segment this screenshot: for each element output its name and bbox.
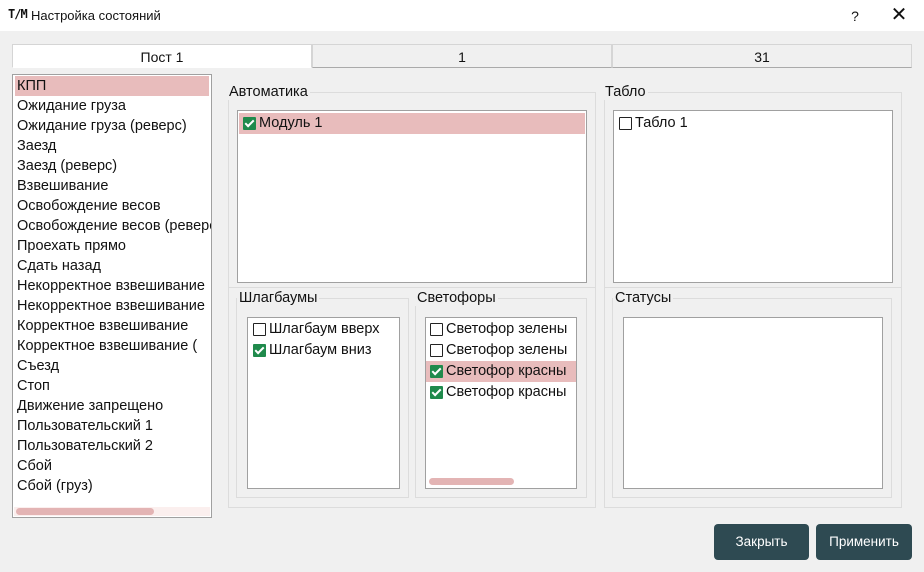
window-close-button[interactable]: ✕ <box>876 3 922 29</box>
svetofory-item[interactable]: Светофор зелены <box>426 340 576 361</box>
state-item[interactable]: Взвешивание <box>13 176 211 196</box>
app-logo: T/M <box>8 7 28 21</box>
svetofory-title: Светофоры <box>415 290 498 306</box>
state-item[interactable]: Сбой (груз) <box>13 476 211 496</box>
state-item[interactable]: Пользовательский 2 <box>13 436 211 456</box>
checkbox-unchecked-icon[interactable] <box>253 323 266 336</box>
svetofory-item-label: Светофор зелены <box>446 321 568 337</box>
checkbox-checked-icon[interactable] <box>253 344 266 357</box>
state-item[interactable]: Проехать прямо <box>13 236 211 256</box>
shlagbaumy-title: Шлагбаумы <box>237 290 320 306</box>
state-item[interactable]: Некорректное взвешивание <box>13 296 211 316</box>
state-item[interactable]: КПП <box>15 76 209 96</box>
checkbox-unchecked-icon[interactable] <box>430 344 443 357</box>
state-item[interactable]: Движение запрещено <box>13 396 211 416</box>
states-scrollbar[interactable] <box>14 507 210 516</box>
state-item[interactable]: Пользовательский 1 <box>13 416 211 436</box>
svetofory-item[interactable]: Светофор зелены <box>426 319 576 340</box>
help-button[interactable]: ? <box>838 3 872 29</box>
tablo-list[interactable]: Табло 1 <box>613 110 893 283</box>
svetofory-item[interactable]: Светофор красны <box>426 361 576 382</box>
automatika-title: Автоматика <box>227 84 310 100</box>
apply-button[interactable]: Применить <box>816 524 912 560</box>
state-item[interactable]: Съезд <box>13 356 211 376</box>
tablo-title: Табло <box>603 84 648 100</box>
state-item[interactable]: Корректное взвешивание <box>13 316 211 336</box>
state-item[interactable]: Ожидание груза <box>13 96 211 116</box>
svetofory-item-label: Светофор зелены <box>446 342 568 358</box>
shlagbaumy-item[interactable]: Шлагбаум вверх <box>249 319 398 340</box>
state-item[interactable]: Заезд <box>13 136 211 156</box>
svetofory-item-label: Светофор красны <box>446 363 567 379</box>
state-item[interactable]: Корректное взвешивание ( <box>13 336 211 356</box>
checkbox-checked-icon[interactable] <box>430 365 443 378</box>
states-scrollbar-thumb[interactable] <box>16 508 154 515</box>
tab-post-1[interactable]: Пост 1 <box>12 44 312 68</box>
state-item[interactable]: Стоп <box>13 376 211 396</box>
checkbox-unchecked-icon[interactable] <box>619 117 632 130</box>
state-item[interactable]: Заезд (реверс) <box>13 156 211 176</box>
states-list[interactable]: КПП Ожидание груза Ожидание груза (реверс)… <box>12 74 212 518</box>
automatika-item-label: Модуль 1 <box>259 115 323 131</box>
automatika-items: Модуль 1 <box>239 113 585 134</box>
svetofory-item[interactable]: Светофор красны <box>426 382 576 403</box>
svetofory-list[interactable]: Светофор зелены Светофор зелены Светофор к… <box>425 317 577 489</box>
state-item[interactable]: Сдать назад <box>13 256 211 276</box>
title-bar: T/M Настройка состояний ? ✕ <box>0 0 924 31</box>
svetofory-item-label: Светофор красны <box>446 384 567 400</box>
automatika-item[interactable]: Модуль 1 <box>239 113 585 134</box>
shlagbaumy-items: Шлагбаум вверх Шлагбаум вниз <box>249 319 398 361</box>
tablo-item-label: Табло 1 <box>635 115 688 131</box>
tab-bar: Пост 1 1 31 <box>12 44 912 68</box>
state-item[interactable]: Сбой <box>13 456 211 476</box>
statusy-list[interactable] <box>623 317 883 489</box>
tablo-items: Табло 1 <box>615 113 891 134</box>
svetofory-scrollbar-thumb[interactable] <box>429 478 514 485</box>
states-items: КПП Ожидание груза Ожидание груза (реверс)… <box>13 76 211 496</box>
state-item[interactable]: Ожидание груза (реверс) <box>13 116 211 136</box>
tab-1[interactable]: 1 <box>312 44 612 68</box>
checkbox-checked-icon[interactable] <box>430 386 443 399</box>
checkbox-unchecked-icon[interactable] <box>430 323 443 336</box>
svetofory-items: Светофор зелены Светофор зелены Светофор к… <box>426 319 576 403</box>
shlagbaumy-item-label: Шлагбаум вверх <box>269 321 380 337</box>
shlagbaumy-item[interactable]: Шлагбаум вниз <box>249 340 398 361</box>
tab-31[interactable]: 31 <box>612 44 912 68</box>
tablo-item[interactable]: Табло 1 <box>615 113 891 134</box>
checkbox-checked-icon[interactable] <box>243 117 256 130</box>
shlagbaumy-list[interactable]: Шлагбаум вверх Шлагбаум вниз <box>247 317 400 489</box>
state-item[interactable]: Освобождение весов <box>13 196 211 216</box>
close-button[interactable]: Закрыть <box>714 524 809 560</box>
statusy-title: Статусы <box>613 290 674 306</box>
state-item[interactable]: Некорректное взвешивание <box>13 276 211 296</box>
state-item[interactable]: Освобождение весов (реверс) <box>13 216 211 236</box>
automatika-list[interactable]: Модуль 1 <box>237 110 587 283</box>
shlagbaumy-item-label: Шлагбаум вниз <box>269 342 372 358</box>
window-title: Настройка состояний <box>31 8 161 23</box>
